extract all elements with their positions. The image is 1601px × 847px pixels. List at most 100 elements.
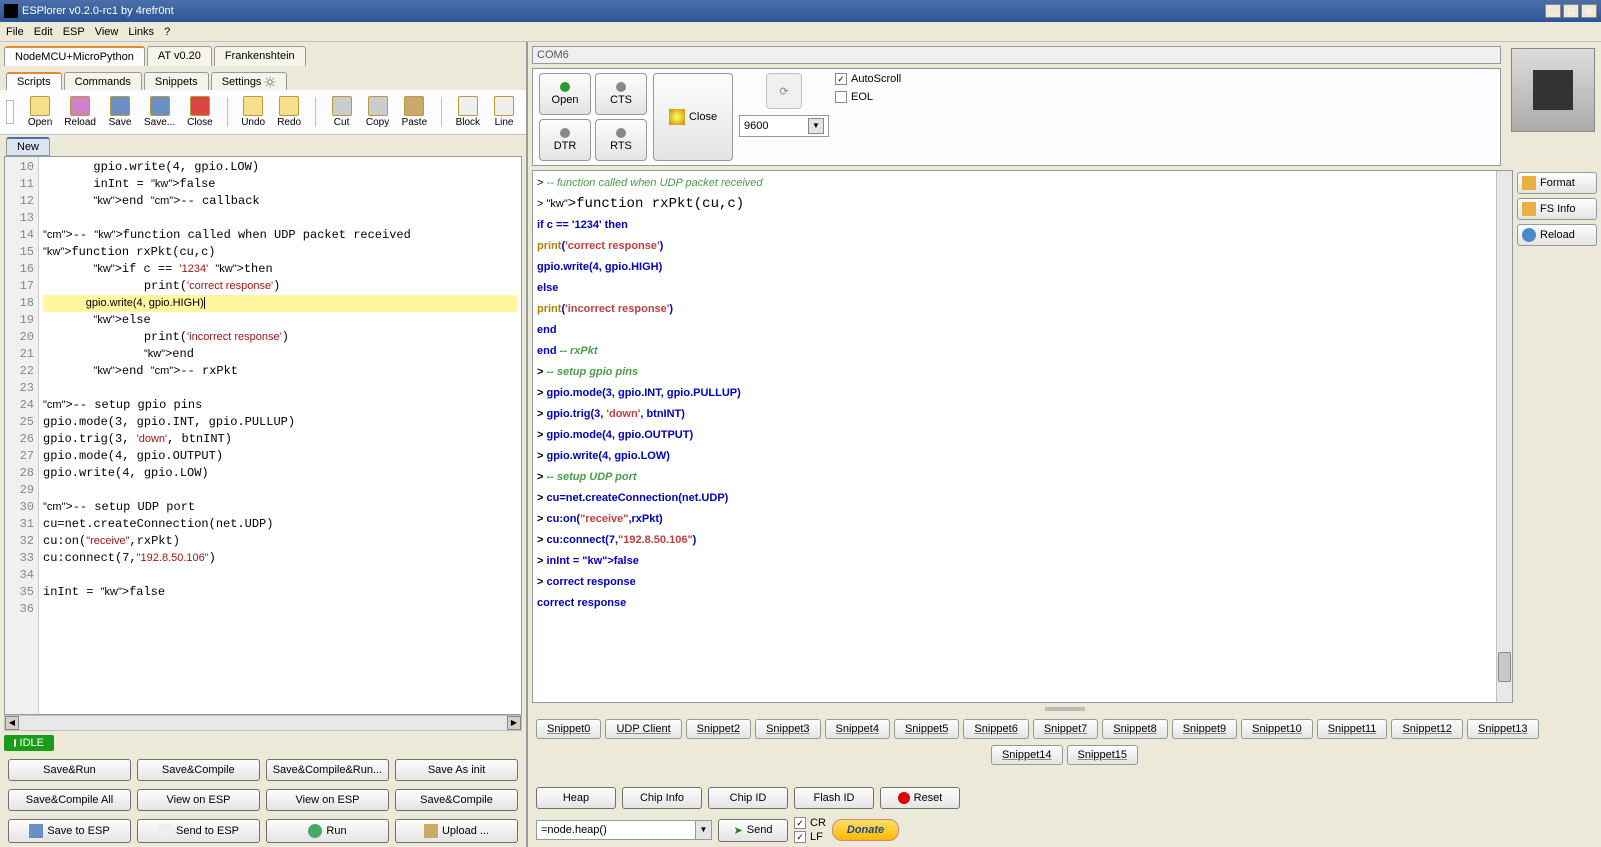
cts-button[interactable]: CTS	[595, 73, 647, 115]
save-compile-button[interactable]: Save&Compile	[137, 759, 260, 781]
minimize-button[interactable]: _	[1545, 4, 1561, 18]
reset-button[interactable]: Reset	[880, 787, 960, 809]
saveas-icon	[150, 96, 170, 116]
main-menubar: File Edit ESP View Links ?	[0, 22, 1601, 42]
snippet-button-4[interactable]: Snippet4	[825, 719, 890, 739]
subtab-settings[interactable]: Settings	[211, 72, 288, 90]
toolbar-cut[interactable]: Cut	[326, 94, 358, 130]
snippet-row-2: Snippet14Snippet15	[528, 745, 1601, 771]
scroll-right-icon[interactable]: ▶	[507, 716, 521, 730]
toolbar-close[interactable]: Close	[183, 94, 217, 130]
scroll-left-icon[interactable]: ◀	[5, 716, 19, 730]
snippet-button-11[interactable]: Snippet11	[1317, 719, 1388, 739]
send-command-input[interactable]	[536, 820, 696, 840]
flash-id-button[interactable]: Flash ID	[794, 787, 874, 809]
rts-button[interactable]: RTS	[595, 119, 647, 161]
refresh-ports-button[interactable]: ⟳	[766, 73, 802, 109]
toolbar-line[interactable]: Line	[488, 94, 520, 130]
toolbar-block[interactable]: Block	[452, 94, 484, 130]
menu-file[interactable]: File	[6, 26, 24, 38]
upload-button[interactable]: Upload ...	[395, 819, 518, 843]
close-window-button[interactable]: ×	[1581, 4, 1597, 18]
snippet-button-12[interactable]: Snippet12	[1391, 719, 1463, 739]
save-compile-run-button[interactable]: Save&Compile&Run...	[266, 759, 389, 781]
snippet-button-8[interactable]: Snippet8	[1102, 719, 1167, 739]
menu-edit[interactable]: Edit	[34, 26, 53, 38]
code-area[interactable]: gpio.write(4, gpio.LOW) inInt = "kw">fal…	[39, 157, 521, 714]
save-compile-all-button[interactable]: Save&Compile All	[8, 789, 131, 811]
com-port-select[interactable]: COM6	[532, 46, 1501, 64]
editor-hscroll[interactable]: ◀ ▶	[4, 715, 522, 731]
chip-icon	[1533, 70, 1573, 110]
menu-links[interactable]: Links	[128, 26, 154, 38]
snippet-button-7[interactable]: Snippet7	[1033, 719, 1098, 739]
reload-icon	[70, 96, 90, 116]
format-button[interactable]: Format	[1517, 172, 1597, 194]
save-as-init-button[interactable]: Save As init	[395, 759, 518, 781]
chip-id-button[interactable]: Chip ID	[708, 787, 788, 809]
save-to-esp-button[interactable]: Save to ESP	[8, 819, 131, 843]
snippet-button-r2-1[interactable]: Snippet15	[1067, 745, 1139, 765]
file-tab-new[interactable]: New	[6, 137, 50, 156]
view-on-esp-button-1[interactable]: View on ESP	[137, 789, 260, 811]
subtab-snippets[interactable]: Snippets	[144, 72, 209, 90]
subtab-commands[interactable]: Commands	[64, 72, 142, 90]
window-titlebar: ESPlorer v0.2.0-rc1 by 4refr0nt _ □ ×	[0, 0, 1601, 22]
snippet-button-3[interactable]: Snippet3	[755, 719, 820, 739]
subtab-scripts[interactable]: Scripts	[6, 72, 62, 90]
eol-checkbox[interactable]: EOL	[835, 91, 901, 103]
copy-icon	[368, 96, 388, 116]
history-dropdown-icon[interactable]: ▼	[696, 820, 712, 840]
toolbar-paste[interactable]: Paste	[398, 94, 432, 130]
status-dot-icon	[14, 739, 16, 747]
menu-help[interactable]: ?	[164, 26, 170, 38]
run-button[interactable]: Run	[266, 819, 389, 843]
donate-button[interactable]: Donate	[832, 819, 899, 841]
chip-info-button[interactable]: Chip Info	[622, 787, 702, 809]
snippet-button-5[interactable]: Snippet5	[894, 719, 959, 739]
tab-nodemcu[interactable]: NodeMCU+MicroPython	[4, 46, 145, 66]
gray-dot-icon	[616, 128, 626, 138]
toolbar-undo[interactable]: Undo	[237, 94, 269, 130]
reload-button[interactable]: Reload	[1517, 224, 1597, 246]
open-port-button[interactable]: Open	[539, 73, 591, 115]
splitter-handle[interactable]	[1045, 707, 1085, 711]
view-on-esp-button-2[interactable]: View on ESP	[266, 789, 389, 811]
snippet-button-13[interactable]: Snippet13	[1467, 719, 1539, 739]
autoscroll-checkbox[interactable]: ✓AutoScroll	[835, 73, 901, 85]
lf-checkbox[interactable]: ✓LF	[794, 831, 826, 843]
cr-checkbox[interactable]: ✓CR	[794, 817, 826, 829]
send-button[interactable]: ➤Send	[718, 819, 788, 842]
snippet-button-6[interactable]: Snippet6	[963, 719, 1028, 739]
toolbar-open[interactable]: Open	[24, 94, 56, 130]
snippet-button-r2-0[interactable]: Snippet14	[991, 745, 1063, 765]
code-editor[interactable]: 1011121314151617181920212223242526272829…	[4, 156, 522, 715]
save-run-button[interactable]: Save&Run	[8, 759, 131, 781]
close-port-button[interactable]: Close	[653, 73, 733, 161]
fsinfo-button[interactable]: FS Info	[1517, 198, 1597, 220]
heap-button[interactable]: Heap	[536, 787, 616, 809]
toolbar-reload[interactable]: Reload	[60, 94, 100, 130]
menu-esp[interactable]: ESP	[63, 26, 85, 38]
toolbar-redo[interactable]: Redo	[273, 94, 305, 130]
terminal-output[interactable]: > -- function called when UDP packet rec…	[532, 170, 1513, 703]
snippet-button-0[interactable]: Snippet0	[536, 719, 601, 739]
toolbar-copy[interactable]: Copy	[362, 94, 394, 130]
redo-icon	[279, 96, 299, 116]
tab-frankenshtein[interactable]: Frankenshtein	[214, 46, 306, 66]
baud-select[interactable]: 9600▼	[739, 115, 829, 137]
snippet-button-10[interactable]: Snippet10	[1241, 719, 1313, 739]
save-compile-button-2[interactable]: Save&Compile	[395, 789, 518, 811]
snippet-button-1[interactable]: UDP Client	[605, 719, 681, 739]
tab-at[interactable]: AT v0.20	[147, 46, 212, 66]
menu-view[interactable]: View	[95, 26, 119, 38]
toolbar-save[interactable]: Save	[104, 94, 136, 130]
dtr-button[interactable]: DTR	[539, 119, 591, 161]
maximize-button[interactable]: □	[1563, 4, 1579, 18]
terminal-vscroll[interactable]	[1496, 171, 1512, 702]
snippet-button-9[interactable]: Snippet9	[1172, 719, 1237, 739]
toolbar-saveas[interactable]: Save...	[140, 94, 179, 130]
send-to-esp-button[interactable]: Send to ESP	[137, 819, 260, 843]
new-file-icon[interactable]	[6, 100, 14, 124]
snippet-button-2[interactable]: Snippet2	[686, 719, 751, 739]
